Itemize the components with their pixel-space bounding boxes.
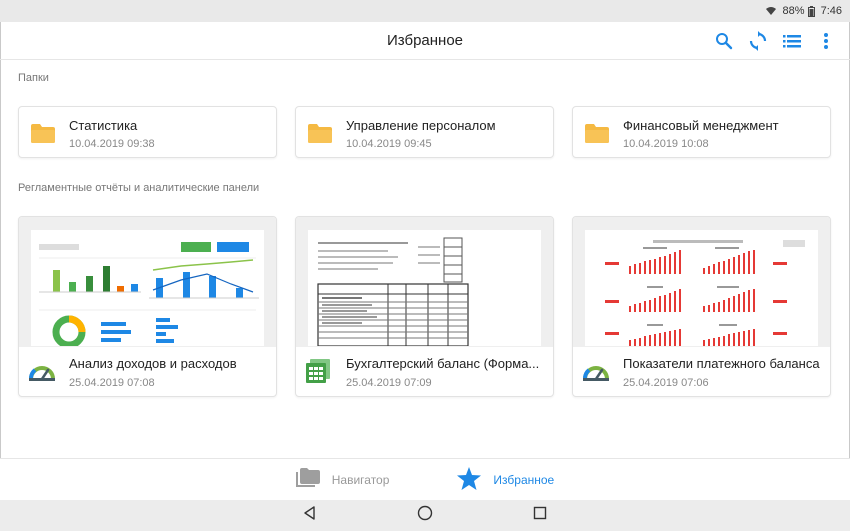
list-view-icon[interactable] bbox=[780, 29, 804, 53]
recents-icon[interactable] bbox=[533, 506, 547, 525]
folder-card[interactable]: Финансовый менеджмент 10.04.2019 10:08 bbox=[572, 106, 831, 158]
report-thumbnail-area bbox=[296, 217, 553, 347]
nav-favorites-label: Избранное bbox=[493, 472, 555, 487]
report-thumbnail-area bbox=[573, 217, 830, 347]
dashboard-gauge-icon bbox=[583, 359, 609, 386]
spreadsheet-icon bbox=[306, 359, 330, 388]
nav-navigator[interactable]: Навигатор bbox=[262, 459, 424, 500]
report-name: Бухгалтерский баланс (Форма... bbox=[346, 356, 540, 371]
sync-icon[interactable] bbox=[746, 29, 770, 53]
folder-icon bbox=[585, 124, 609, 148]
battery-indicator: 88% bbox=[783, 5, 815, 17]
folder-card[interactable]: Статистика 10.04.2019 09:38 bbox=[18, 106, 277, 158]
folder-date: 10.04.2019 09:38 bbox=[69, 138, 155, 150]
report-card[interactable]: Анализ доходов и расходов 25.04.2019 07:… bbox=[18, 216, 277, 397]
dashboard-gauge-icon bbox=[29, 359, 55, 386]
report-thumbnail bbox=[31, 230, 264, 346]
report-date: 25.04.2019 07:08 bbox=[69, 377, 155, 389]
folders-section-label: Папки bbox=[18, 72, 49, 84]
folder-date: 10.04.2019 10:08 bbox=[623, 138, 709, 150]
back-icon[interactable] bbox=[303, 506, 317, 525]
clock: 7:46 bbox=[820, 5, 842, 17]
more-vert-icon[interactable] bbox=[814, 29, 838, 53]
folder-icon bbox=[31, 124, 55, 148]
appbar-actions bbox=[712, 22, 838, 60]
folder-card[interactable]: Управление персоналом 10.04.2019 09:45 bbox=[295, 106, 554, 158]
wifi-icon bbox=[765, 6, 777, 16]
system-navigation-bar bbox=[0, 500, 850, 531]
report-date: 25.04.2019 07:09 bbox=[346, 377, 432, 389]
battery-icon bbox=[807, 5, 815, 17]
report-card[interactable]: Бухгалтерский баланс (Форма... 25.04.201… bbox=[295, 216, 554, 397]
nav-favorites[interactable]: Избранное bbox=[423, 459, 588, 500]
battery-level: 88% bbox=[782, 5, 805, 17]
app-bar: Избранное bbox=[0, 22, 850, 60]
folder-name: Статистика bbox=[69, 118, 138, 133]
report-date: 25.04.2019 07:06 bbox=[623, 377, 709, 389]
status-bar: 88% 7:46 bbox=[0, 0, 850, 22]
reports-section-label: Регламентные отчёты и аналитические пане… bbox=[18, 182, 260, 194]
report-card[interactable]: Показатели платежного баланса 25.04.2019… bbox=[572, 216, 831, 397]
folders-icon bbox=[295, 468, 320, 491]
home-icon[interactable] bbox=[417, 505, 433, 526]
bottom-navigation: Навигатор Избранное bbox=[0, 458, 850, 500]
report-thumbnail-area bbox=[19, 217, 276, 347]
page-title: Избранное bbox=[386, 32, 464, 49]
folder-name: Управление персоналом bbox=[346, 118, 496, 133]
search-icon[interactable] bbox=[712, 29, 736, 53]
nav-navigator-label: Навигатор bbox=[331, 472, 390, 487]
folder-name: Финансовый менеджмент bbox=[623, 118, 779, 133]
report-thumbnail bbox=[585, 230, 818, 346]
folder-date: 10.04.2019 09:45 bbox=[346, 138, 432, 150]
folder-icon bbox=[308, 124, 332, 148]
star-icon bbox=[457, 466, 482, 493]
report-thumbnail bbox=[308, 230, 541, 346]
report-name: Показатели платежного баланса bbox=[623, 356, 820, 371]
report-name: Анализ доходов и расходов bbox=[69, 356, 237, 371]
